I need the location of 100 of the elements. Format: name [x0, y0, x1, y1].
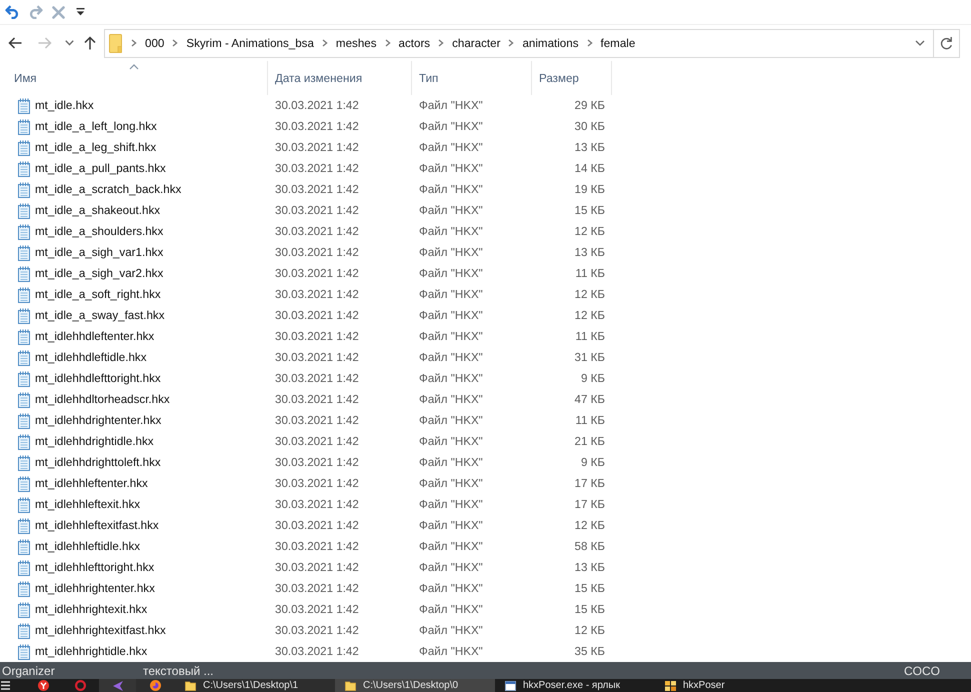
refresh-icon[interactable] — [940, 36, 953, 50]
tiles-icon[interactable] — [665, 680, 676, 690]
chevron-down-icon[interactable] — [915, 40, 925, 46]
chevron-icon[interactable] — [384, 39, 391, 47]
round-app-icon[interactable] — [150, 680, 161, 691]
modified-date: 30.03.2021 1:42 — [275, 351, 359, 364]
file-type: Файл "HKX" — [419, 519, 483, 532]
modified-date: 30.03.2021 1:42 — [275, 99, 359, 112]
file-name[interactable]: mt_idle_a_pull_pants.hkx — [35, 162, 166, 175]
file-name[interactable]: mt_idlehhlefttoright.hkx — [35, 561, 154, 574]
file-name[interactable]: mt_idlehhdrighttoleft.hkx — [35, 456, 161, 469]
file-name[interactable]: mt_idle_a_left_long.hkx — [35, 120, 157, 133]
file-name[interactable]: mt_idlehhdrightidle.hkx — [35, 435, 154, 448]
file-size: 15 КБ — [574, 582, 605, 595]
caret-icon[interactable] — [76, 8, 84, 16]
up-arrow-icon[interactable] — [84, 36, 96, 50]
chevron-icon[interactable] — [586, 39, 593, 47]
file-name[interactable]: mt_idle.hkx — [35, 99, 94, 112]
breadcrumb-item[interactable]: Skyrim - Animations_bsa — [182, 32, 318, 54]
file-name[interactable]: mt_idlehhrightidle.hkx — [35, 645, 148, 658]
file-type: Файл "HKX" — [419, 414, 483, 427]
chevron-icon[interactable] — [131, 39, 137, 47]
folder-icon — [109, 34, 122, 52]
file-name[interactable]: mt_idlehhdrightenter.hkx — [35, 414, 162, 427]
taskbar-button[interactable]: hkxPoser — [655, 679, 815, 692]
file-name[interactable]: mt_idlehhrightexit.hkx — [35, 603, 148, 616]
chevron-icon[interactable] — [438, 39, 444, 47]
modified-date: 30.03.2021 1:42 — [275, 498, 359, 511]
column-header[interactable]: Размер — [532, 61, 612, 95]
file-name[interactable]: mt_idlehhdlefttoright.hkx — [35, 372, 161, 385]
document-icon — [17, 266, 31, 282]
file-name[interactable]: mt_idlehhdltorheadscr.hkx — [35, 393, 170, 406]
chevron-icon[interactable] — [172, 39, 178, 47]
back-arrow-icon[interactable] — [8, 37, 22, 49]
file-name[interactable]: mt_idle_a_leg_shift.hkx — [35, 141, 156, 154]
file-name[interactable]: mt_idle_a_shakeout.hkx — [35, 204, 160, 217]
file-type: Файл "HKX" — [419, 99, 483, 112]
breadcrumb-item[interactable]: 000 — [141, 32, 168, 54]
modified-date: 30.03.2021 1:42 — [275, 414, 359, 427]
file-name[interactable]: mt_idlehhrightenter.hkx — [35, 582, 155, 595]
document-icon — [17, 476, 31, 492]
file-name[interactable]: mt_idlehhrightexitfast.hkx — [35, 624, 166, 637]
breadcrumb-item[interactable]: actors — [394, 32, 434, 54]
file-name[interactable]: mt_idlehhleftexitfast.hkx — [35, 519, 159, 532]
breadcrumb-item[interactable]: meshes — [332, 32, 381, 54]
breadcrumb-item[interactable]: female — [596, 32, 640, 54]
triangle-icon[interactable] — [112, 680, 122, 690]
file-type: Файл "HKX" — [419, 120, 483, 133]
file-type: Файл "HKX" — [419, 603, 483, 616]
modified-date: 30.03.2021 1:42 — [275, 561, 359, 574]
file-size: 15 КБ — [574, 603, 605, 616]
taskbar-button[interactable]: hkxPoser.exe - ярлык — [495, 679, 655, 692]
round-badge-icon[interactable] — [38, 680, 49, 691]
column-header[interactable]: Имя — [0, 61, 268, 95]
chevron-down-icon[interactable] — [64, 40, 74, 46]
ring-icon[interactable] — [75, 680, 86, 691]
file-name[interactable]: mt_idlehhleftidle.hkx — [35, 540, 140, 553]
file-name[interactable]: mt_idle_a_shoulders.hkx — [35, 225, 164, 238]
modified-date: 30.03.2021 1:42 — [275, 246, 359, 259]
file-name[interactable]: mt_idle_a_sway_fast.hkx — [35, 309, 165, 322]
file-name[interactable]: mt_idlehhdleftidle.hkx — [35, 351, 146, 364]
file-name[interactable]: mt_idle_a_sigh_var2.hkx — [35, 267, 164, 280]
document-icon — [17, 182, 31, 198]
file-name[interactable]: mt_idlehhdleftenter.hkx — [35, 330, 154, 343]
file-type: Файл "HKX" — [419, 645, 483, 658]
file-name[interactable]: mt_idlehhleftenter.hkx — [35, 477, 148, 490]
modified-date: 30.03.2021 1:42 — [275, 372, 359, 385]
breadcrumb-item[interactable]: character — [448, 32, 504, 54]
modified-date: 30.03.2021 1:42 — [275, 456, 359, 469]
file-size: 31 КБ — [574, 351, 605, 364]
chevron-icon[interactable] — [322, 39, 328, 47]
file-type: Файл "HKX" — [419, 498, 483, 511]
file-name[interactable]: mt_idle_a_sigh_var1.hkx — [35, 246, 164, 259]
address-bar[interactable]: 000 Skyrim - Animations_bsa meshes actors character animations female — [104, 28, 960, 58]
taskbar-button[interactable]: C:\Users\1\Desktop\1 — [175, 679, 335, 692]
file-type: Файл "HKX" — [419, 309, 483, 322]
file-name[interactable]: mt_idle_a_scratch_back.hkx — [35, 183, 182, 196]
file-size: 17 КБ — [574, 498, 605, 511]
file-type: Файл "HKX" — [419, 477, 483, 490]
document-icon — [17, 454, 31, 470]
file-size: 12 КБ — [574, 225, 605, 238]
file-type: Файл "HKX" — [419, 351, 483, 364]
document-icon — [17, 602, 31, 618]
breadcrumb-item[interactable]: animations — [518, 32, 583, 54]
column-header[interactable]: Тип — [412, 61, 532, 95]
file-type: Файл "HKX" — [419, 183, 483, 196]
taskbar-button[interactable]: C:\Users\1\Desktop\0 — [335, 679, 495, 692]
menu-icon[interactable] — [1, 681, 11, 690]
column-header[interactable]: Дата изменения — [268, 61, 412, 95]
chevron-icon[interactable] — [508, 39, 514, 47]
document-icon — [17, 392, 31, 408]
document-icon — [17, 202, 31, 218]
file-name[interactable]: mt_idlehhleftexit.hkx — [35, 498, 140, 511]
file-name[interactable]: mt_idle_a_soft_right.hkx — [35, 288, 161, 301]
file-size: 12 КБ — [574, 624, 605, 637]
modified-date: 30.03.2021 1:42 — [275, 540, 359, 553]
window-icon[interactable] — [505, 680, 516, 690]
undo-icon[interactable] — [4, 5, 20, 19]
file-size: 47 КБ — [574, 393, 605, 406]
file-type: Файл "HKX" — [419, 141, 483, 154]
